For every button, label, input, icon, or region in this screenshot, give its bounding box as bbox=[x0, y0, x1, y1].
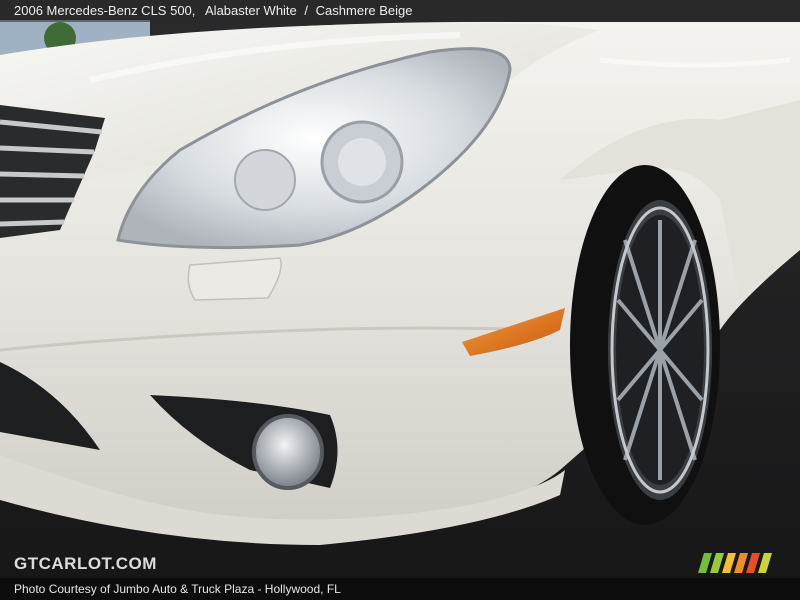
logo-stripe bbox=[734, 553, 748, 573]
logo-stripe bbox=[710, 553, 724, 573]
photo-viewer: 2006 Mercedes-Benz CLS 500, Alabaster Wh… bbox=[0, 0, 800, 600]
car-photo bbox=[0, 0, 800, 600]
color-separator: / bbox=[304, 3, 309, 18]
exterior-color: Alabaster White bbox=[205, 3, 297, 18]
vehicle-title: 2006 Mercedes-Benz CLS 500, bbox=[14, 3, 196, 18]
brand-logo-icon bbox=[698, 553, 772, 573]
interior-color: Cashmere Beige bbox=[315, 3, 413, 18]
logo-stripe bbox=[758, 553, 772, 573]
logo-stripe bbox=[698, 553, 712, 573]
logo-stripe bbox=[746, 553, 760, 573]
logo-stripe bbox=[722, 553, 736, 573]
photo-credit: Photo Courtesy of Jumbo Auto & Truck Pla… bbox=[0, 578, 800, 600]
site-watermark: GTCARLOT.COM bbox=[14, 554, 157, 573]
caption-bar: 2006 Mercedes-Benz CLS 500, Alabaster Wh… bbox=[0, 0, 800, 22]
